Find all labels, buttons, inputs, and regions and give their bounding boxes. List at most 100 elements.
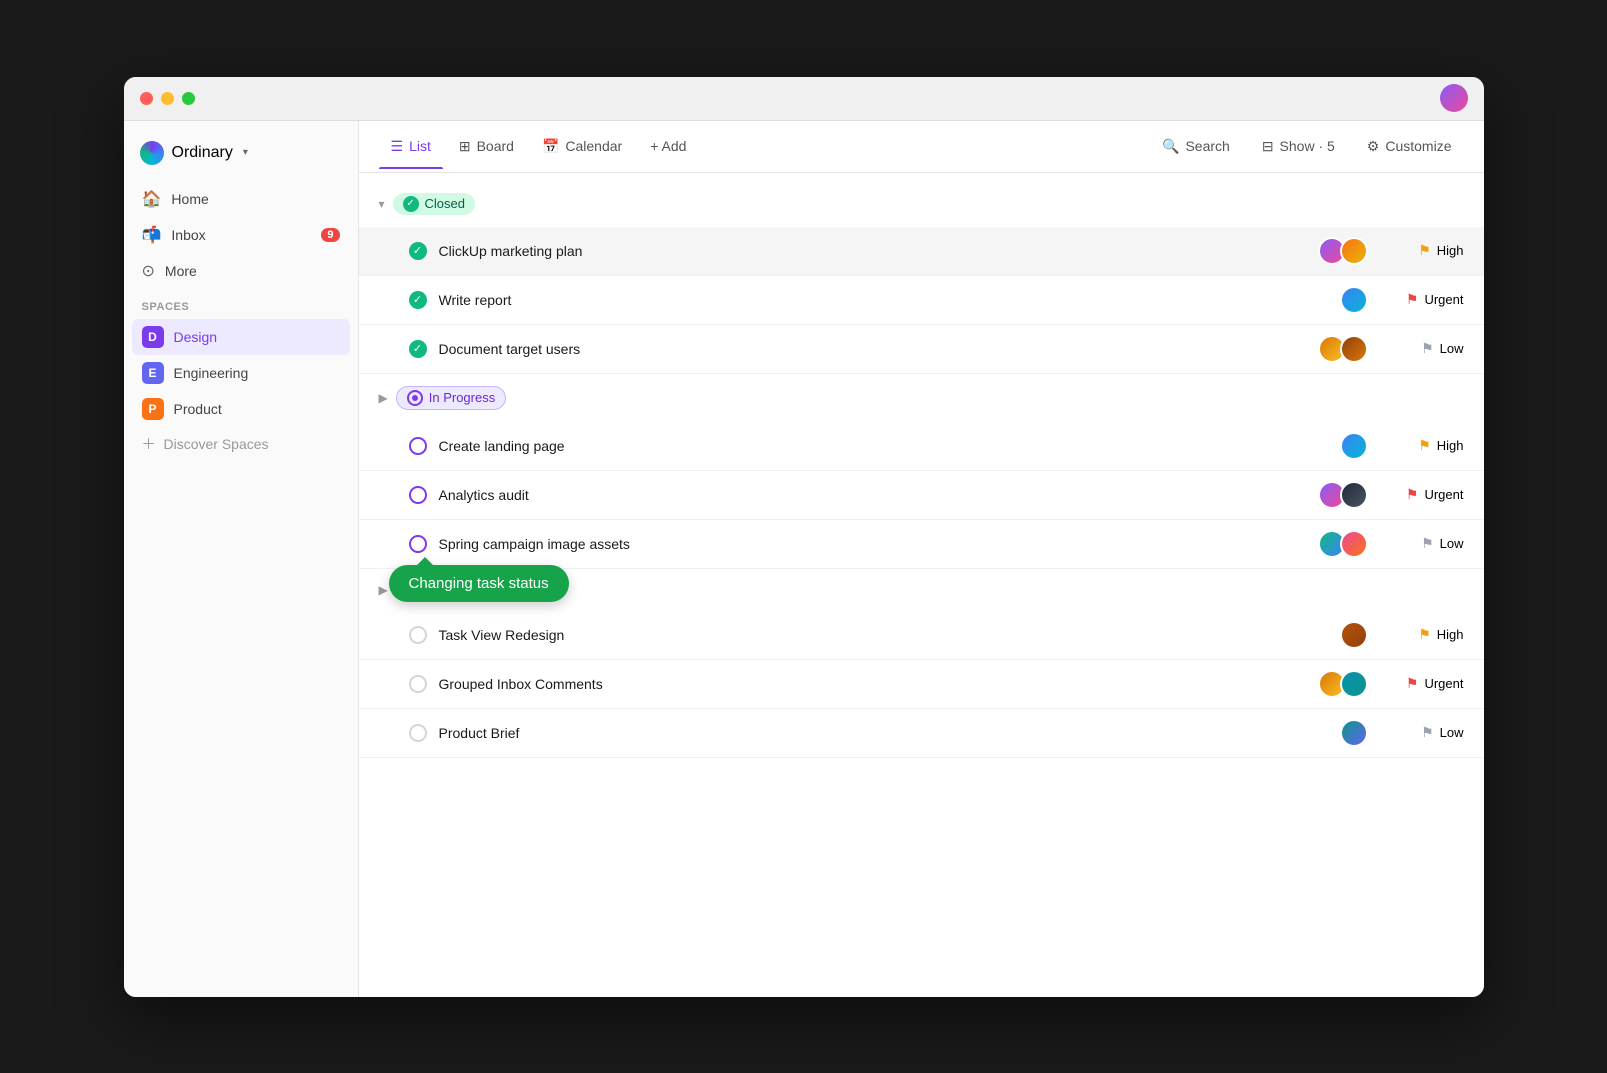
priority-label: Low	[1440, 725, 1464, 740]
close-button[interactable]	[140, 92, 153, 105]
tab-list[interactable]: ☰ List	[379, 132, 443, 161]
check-icon: ✓	[409, 340, 427, 358]
check-icon: ✓	[409, 242, 427, 260]
sidebar-item-product[interactable]: P Product	[132, 391, 350, 427]
discover-spaces-label: Discover Spaces	[164, 436, 269, 452]
task-list: ▾ ✓ Closed ⠿ ✓ ClickUp marketing plan	[359, 173, 1484, 997]
tab-calendar[interactable]: 📅 Calendar	[530, 132, 634, 161]
task-row[interactable]: Grouped Inbox Comments ⚑ Urgent	[359, 660, 1484, 709]
user-avatar[interactable]	[1440, 84, 1468, 112]
flag-icon: ⚑	[1406, 486, 1419, 503]
search-button[interactable]: 🔍 Search	[1150, 132, 1242, 161]
sidebar-item-home[interactable]: 🏠 Home	[132, 181, 350, 217]
priority-label: Urgent	[1424, 487, 1463, 502]
workspace-name: Ordinary	[172, 144, 233, 162]
sidebar-nav: 🏠 Home 📬 Inbox 9 ⊙ More	[124, 181, 358, 289]
task-name: Document target users	[439, 341, 1318, 357]
avatar	[1340, 719, 1368, 747]
task-row[interactable]: Create landing page ⚑ High	[359, 422, 1484, 471]
task-assignees	[1340, 621, 1368, 649]
task-status-circle[interactable]	[409, 626, 427, 644]
tab-board[interactable]: ⊞ Board	[447, 132, 526, 161]
task-row[interactable]: ✓ Write report ⚑ Urgent	[359, 276, 1484, 325]
titlebar	[124, 77, 1484, 121]
traffic-lights	[140, 92, 195, 105]
circle-icon	[409, 626, 427, 644]
product-space-icon: P	[142, 398, 164, 420]
priority-label: Low	[1440, 536, 1464, 551]
sidebar-item-inbox[interactable]: 📬 Inbox 9	[132, 217, 350, 253]
discover-plus-icon: ＋	[142, 434, 156, 454]
task-assignees	[1340, 432, 1368, 460]
toolbar: ☰ List ⊞ Board 📅 Calendar + Add 🔍	[359, 121, 1484, 173]
flag-icon: ⚑	[1418, 437, 1431, 454]
task-status-circle[interactable]	[409, 437, 427, 455]
task-status-circle[interactable]	[409, 675, 427, 693]
customize-button[interactable]: ⚙ Customize	[1355, 132, 1464, 161]
avatar	[1340, 481, 1368, 509]
circle-icon	[409, 724, 427, 742]
maximize-button[interactable]	[182, 92, 195, 105]
flag-icon: ⚑	[1421, 535, 1434, 552]
task-row[interactable]: Changing task status Spring campaign ima…	[359, 520, 1484, 569]
priority-label: Urgent	[1424, 292, 1463, 307]
task-name: Product Brief	[439, 725, 1340, 741]
priority-label: High	[1437, 438, 1464, 453]
search-label: Search	[1185, 138, 1229, 154]
task-row[interactable]: Task View Redesign ⚑ High	[359, 611, 1484, 660]
task-status-closed[interactable]: ✓	[409, 291, 427, 309]
group-header-closed[interactable]: ▾ ✓ Closed	[359, 181, 1484, 227]
board-icon: ⊞	[459, 138, 471, 155]
task-name: ClickUp marketing plan	[439, 243, 1318, 259]
chevron-right-icon: ▶	[379, 583, 388, 597]
task-priority: ⚑ Low	[1384, 340, 1464, 357]
show-button[interactable]: ⊟ Show · 5	[1250, 132, 1347, 161]
home-icon: 🏠	[142, 189, 162, 209]
priority-label: High	[1437, 243, 1464, 258]
task-status-closed[interactable]: ✓	[409, 242, 427, 260]
task-row[interactable]: Analytics audit ⚑ Urgent	[359, 471, 1484, 520]
discover-spaces[interactable]: ＋ Discover Spaces	[124, 427, 358, 461]
avatar	[1340, 237, 1368, 265]
priority-label: Urgent	[1424, 676, 1463, 691]
inbox-badge: 9	[321, 228, 339, 242]
group-header-in-progress[interactable]: ▶ In Progress	[359, 374, 1484, 422]
app-window: Ordinary ▾ 🏠 Home 📬 Inbox 9 ⊙ More Sp	[124, 77, 1484, 997]
add-view-label: + Add	[650, 138, 686, 154]
add-view-button[interactable]: + Add	[638, 132, 698, 160]
chevron-down-icon: ▾	[379, 197, 385, 211]
minimize-button[interactable]	[161, 92, 174, 105]
task-row[interactable]: ✓ Document target users ⚑ Low	[359, 325, 1484, 374]
circle-icon	[409, 437, 427, 455]
tab-board-label: Board	[477, 138, 514, 154]
main-content: ☰ List ⊞ Board 📅 Calendar + Add 🔍	[359, 121, 1484, 997]
circle-icon	[409, 675, 427, 693]
calendar-icon: 📅	[542, 138, 559, 155]
sidebar-item-design[interactable]: D Design	[132, 319, 350, 355]
search-icon: 🔍	[1162, 138, 1179, 155]
tab-calendar-label: Calendar	[565, 138, 622, 154]
avatar	[1340, 335, 1368, 363]
more-icon: ⊙	[142, 261, 155, 281]
task-assignees	[1318, 237, 1368, 265]
circle-icon	[409, 535, 427, 553]
sidebar-item-engineering[interactable]: E Engineering	[132, 355, 350, 391]
priority-label: High	[1437, 627, 1464, 642]
task-status-closed[interactable]: ✓	[409, 340, 427, 358]
task-status-circle[interactable]	[409, 724, 427, 742]
task-row[interactable]: Product Brief ⚑ Low	[359, 709, 1484, 758]
design-space-icon: D	[142, 326, 164, 348]
sidebar-item-more[interactable]: ⊙ More	[132, 253, 350, 289]
task-name: Spring campaign image assets	[439, 536, 1318, 552]
task-status-circle[interactable]	[409, 486, 427, 504]
task-name: Task View Redesign	[439, 627, 1340, 643]
task-name: Analytics audit	[439, 487, 1318, 503]
task-priority: ⚑ High	[1384, 437, 1464, 454]
workspace-logo[interactable]: Ordinary ▾	[124, 133, 358, 181]
list-icon: ☰	[391, 138, 404, 155]
closed-group-label: Closed	[425, 196, 465, 211]
spaces-header: Spaces	[124, 289, 358, 319]
task-status-changing[interactable]: Changing task status	[409, 535, 427, 553]
task-row[interactable]: ⠿ ✓ ClickUp marketing plan ⚑ High	[359, 227, 1484, 276]
chevron-right-icon: ▶	[379, 391, 388, 405]
